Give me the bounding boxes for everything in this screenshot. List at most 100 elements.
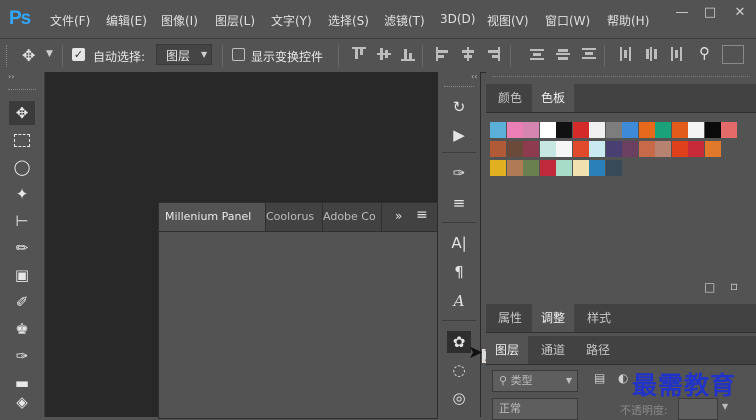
swatch[interactable]	[539, 122, 556, 138]
expand-arrows-icon[interactable]: ‹‹	[471, 72, 477, 81]
move-tool-icon[interactable]: ✥	[9, 101, 35, 125]
swatch[interactable]	[523, 122, 539, 138]
menu-view[interactable]: 视图(V)	[487, 12, 529, 29]
swatch[interactable]	[622, 141, 638, 157]
swatch[interactable]	[638, 141, 655, 157]
eyedropper-tool-icon[interactable]: ✏	[9, 236, 35, 260]
swatch[interactable]	[506, 122, 523, 138]
history-panel-icon[interactable]: ↻	[447, 96, 471, 118]
tab-coolorus[interactable]: Coolorus	[260, 203, 323, 231]
menu-type[interactable]: 文字(Y)	[271, 12, 312, 29]
search-icon[interactable]: ⚲	[699, 44, 710, 62]
distribute-right-icon[interactable]	[670, 47, 684, 61]
swatch[interactable]	[556, 160, 572, 176]
align-vcenter-icon[interactable]	[377, 47, 391, 61]
swatch[interactable]	[506, 141, 523, 157]
menu-layer[interactable]: 图层(L)	[215, 12, 255, 29]
swatch[interactable]	[572, 141, 589, 157]
swatch[interactable]	[671, 122, 688, 138]
menu-filter[interactable]: 滤镜(T)	[384, 12, 425, 29]
glyphs-panel-icon[interactable]: A	[447, 290, 471, 312]
swatch[interactable]	[605, 160, 622, 176]
auto-select-checkbox[interactable]: ✓	[72, 48, 85, 61]
align-top-icon[interactable]	[352, 47, 366, 61]
tab-styles[interactable]: 样式	[578, 304, 620, 332]
distribute-top-icon[interactable]	[530, 47, 544, 61]
swatch[interactable]	[688, 141, 704, 157]
chevron-down-icon[interactable]: ▼	[722, 402, 728, 411]
swatch[interactable]	[622, 122, 638, 138]
chevron-down-icon[interactable]: ▼	[46, 49, 53, 59]
move-tool-icon[interactable]: ✥	[22, 46, 35, 65]
close-icon[interactable]: ✕	[727, 4, 753, 24]
tab-layers[interactable]: 图层	[486, 336, 529, 364]
menu-select[interactable]: 选择(S)	[328, 12, 369, 29]
show-transform-checkbox[interactable]	[232, 48, 245, 61]
crop-tool-icon[interactable]: ⊢	[9, 209, 35, 233]
tab-properties[interactable]: 属性	[489, 304, 531, 332]
align-left-icon[interactable]	[436, 47, 450, 61]
swatch[interactable]	[605, 122, 622, 138]
menu-help[interactable]: 帮助(H)	[607, 12, 649, 29]
marquee-tool-icon[interactable]	[9, 128, 35, 152]
character-panel-icon[interactable]: A|	[447, 232, 471, 254]
distribute-bottom-icon[interactable]	[582, 47, 596, 61]
swatch[interactable]	[704, 141, 721, 157]
adobe-color-plugin-icon[interactable]: ◎	[447, 387, 471, 409]
grip-handle[interactable]	[8, 89, 36, 92]
swatch[interactable]	[655, 141, 671, 157]
swatch[interactable]	[638, 122, 655, 138]
menu-window[interactable]: 窗口(W)	[545, 12, 590, 29]
swatch[interactable]	[539, 160, 556, 176]
swatch[interactable]	[490, 141, 506, 157]
distribute-hcenter-icon[interactable]	[644, 47, 658, 61]
swatch[interactable]	[490, 160, 506, 176]
workspace-switcher-icon[interactable]	[722, 45, 744, 64]
menu-image[interactable]: 图像(I)	[161, 12, 198, 29]
swatch[interactable]	[523, 141, 539, 157]
filter-image-icon[interactable]: ▤	[594, 371, 605, 385]
tab-swatches[interactable]: 色板	[532, 84, 575, 112]
tab-millenium-panel[interactable]: Millenium Panel	[159, 203, 266, 231]
collapse-arrows-icon[interactable]: ››	[8, 72, 14, 81]
grip-handle[interactable]	[6, 45, 10, 67]
swatch[interactable]	[655, 122, 671, 138]
swatch[interactable]	[589, 141, 605, 157]
swatch[interactable]	[556, 122, 572, 138]
swatch[interactable]	[671, 141, 688, 157]
swatch[interactable]	[572, 122, 589, 138]
brush-tool-icon[interactable]: ✐	[9, 290, 35, 314]
auto-select-target-dropdown[interactable]: 图层 ▼	[156, 44, 212, 65]
swatch[interactable]	[523, 160, 539, 176]
align-hcenter-icon[interactable]	[461, 47, 475, 61]
lasso-tool-icon[interactable]: ◯	[9, 155, 35, 179]
align-bottom-icon[interactable]	[401, 47, 415, 61]
tab-color[interactable]: 颜色	[489, 84, 531, 112]
panel-menu-icon[interactable]: ≡	[416, 207, 428, 223]
actions-play-icon[interactable]: ▶	[447, 124, 471, 146]
swatch[interactable]	[721, 122, 737, 138]
distribute-left-icon[interactable]	[618, 47, 632, 61]
tab-overflow-icon[interactable]: »	[395, 209, 402, 223]
brush-settings-icon[interactable]: ≡	[447, 192, 471, 214]
filter-adjustment-icon[interactable]: ◐	[618, 371, 628, 385]
quick-select-tool-icon[interactable]: ✦	[9, 182, 35, 206]
swatch[interactable]	[506, 160, 523, 176]
brush-presets-icon[interactable]: ✑	[447, 162, 471, 184]
distribute-vcenter-icon[interactable]	[556, 47, 570, 61]
new-swatch-icon[interactable]: □	[704, 280, 715, 294]
swatch[interactable]	[688, 122, 704, 138]
swatch[interactable]	[605, 141, 622, 157]
tab-adjustments[interactable]: 调整	[532, 304, 575, 332]
swatch[interactable]	[556, 141, 572, 157]
grip-handle[interactable]	[492, 76, 750, 77]
history-brush-tool-icon[interactable]: ✑	[9, 344, 35, 368]
swatch[interactable]	[539, 141, 556, 157]
swatch[interactable]	[704, 122, 721, 138]
restore-icon[interactable]: □	[697, 4, 723, 24]
menu-edit[interactable]: 编辑(E)	[106, 12, 147, 29]
swatch[interactable]	[589, 122, 605, 138]
tab-channels[interactable]: 通道	[532, 336, 574, 364]
swatch[interactable]	[572, 160, 589, 176]
menu-3d[interactable]: 3D(D)	[440, 12, 475, 26]
